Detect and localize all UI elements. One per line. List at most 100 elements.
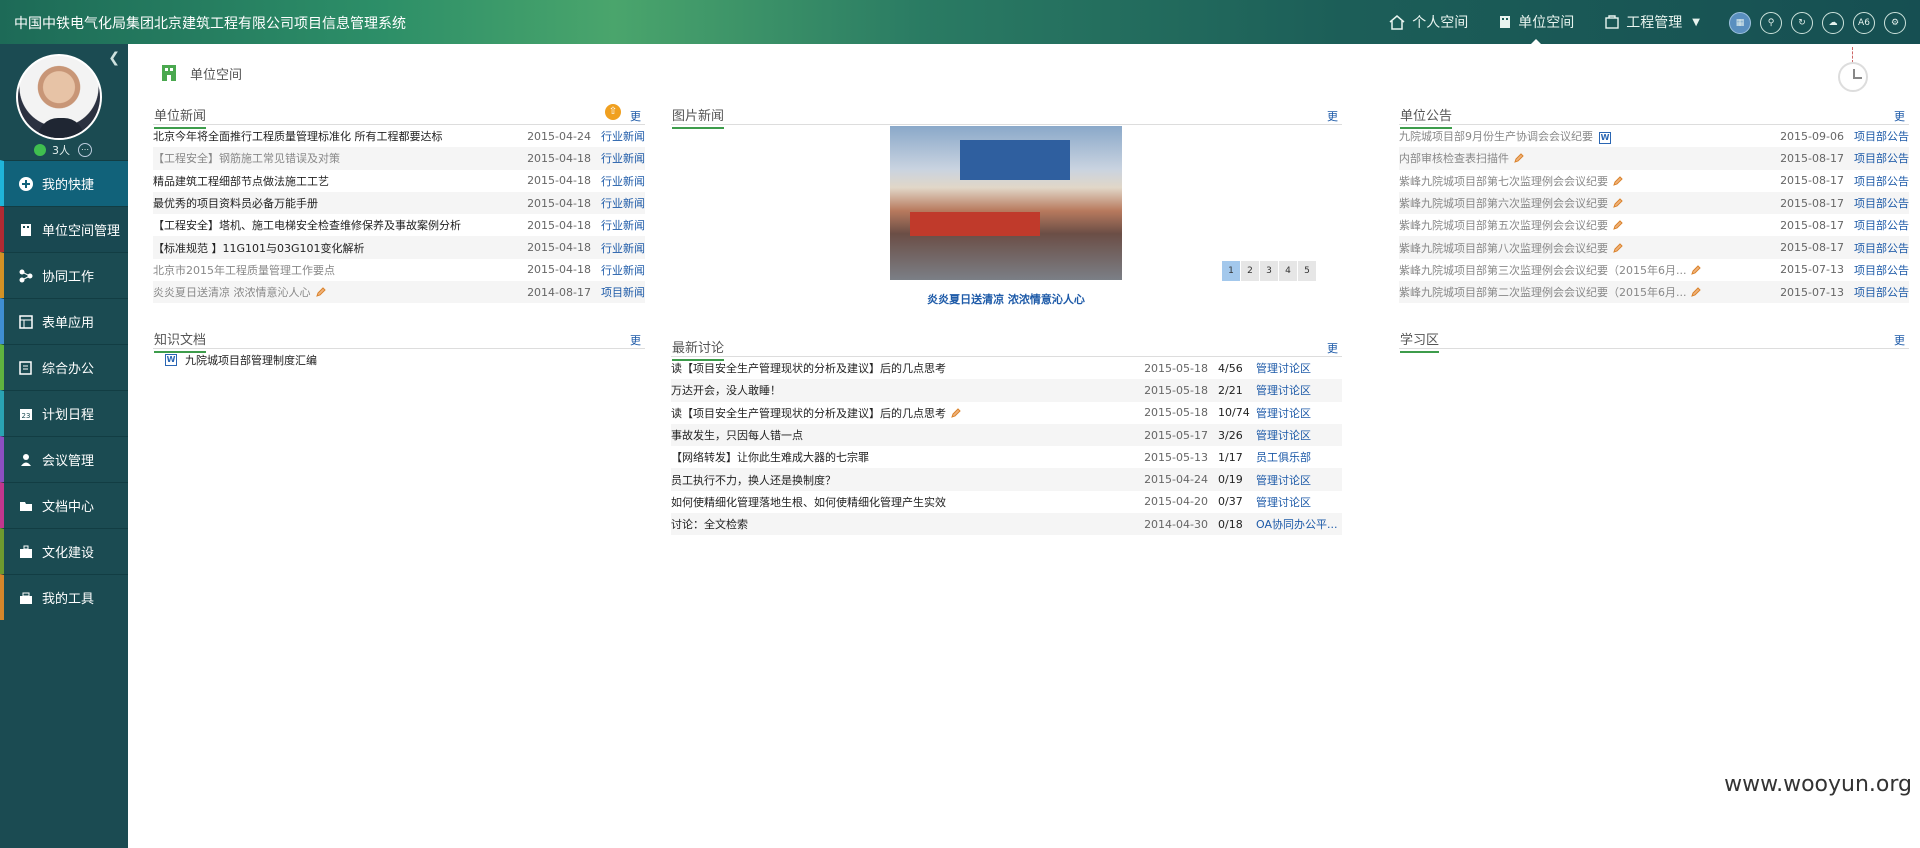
list-item[interactable]: 员工执行不力，换人还是换制度？ 2015-04-24 0/19 管理讨论区 [671,468,1342,491]
pager-page-5[interactable]: 5 [1298,261,1316,281]
nav-project-management-label: 工程管理 [1626,15,1683,31]
list-item[interactable]: 紫峰九院城项目部第五次监理例会会议纪要 2015-08-17 项目部公告 [1399,214,1909,236]
cloud-icon[interactable]: ☁ [1822,12,1844,34]
edit-icon [1691,265,1702,275]
chevron-down-icon: ▼ [1692,16,1700,28]
edit-icon [1613,242,1623,253]
online-count: 3人 [52,144,70,157]
list-item[interactable]: 紫峰九院城项目部第六次监理例会会议纪要 2015-08-17 项目部公告 [1399,191,1909,215]
folder-icon [20,501,32,511]
list-item[interactable]: 九院城项目部9月份生产协调会会议纪要 W 2015-09-06 项目部公告 [1399,125,1909,147]
list-item[interactable]: 读【项目安全生产管理现状的分析及建议】后的几点思考 2015-05-18 10/74… [671,402,1342,424]
list-item[interactable]: 读【项目安全生产管理现状的分析及建议】后的几点思考 2015-05-18 4/56 管… [671,357,1342,379]
collapse-sidebar-icon[interactable]: ❮ [108,50,120,66]
more-icon[interactable]: ⋯ [78,143,92,157]
up-arrow-icon[interactable]: ⇧ [605,104,621,120]
knowledge-title: 知识文档 [154,329,207,353]
sidebar-item-label: 综合办公 [42,362,95,377]
word-doc-icon: W [1599,132,1611,145]
photo-news-panel: 图片新闻 更 [671,103,1342,129]
list-item[interactable]: 内部审核检查表扫描件 2015-08-17 项目部公告 [1399,147,1909,170]
avatar[interactable] [16,54,102,140]
list-item[interactable]: 紫峰九院城项目部第八次监理例会会议纪要 2015-08-17 项目部公告 [1399,236,1909,259]
grid-icon[interactable]: ▦ [1729,12,1751,34]
page-header: 单位空间 [158,62,242,84]
sidebar-item-label: 协同工作 [42,270,95,285]
sidebar-item-forms[interactable]: 表单应用 [0,298,128,344]
list-item[interactable]: 讨论：全文检索 2014-04-30 0/18 OA协同办公平... [671,513,1342,536]
discussion-panel: 最新讨论 更 读【项目安全生产管理现状的分析及建议】后的几点思考 2015-05-… [671,335,1342,536]
list-item[interactable]: 紫峰九院城项目部第二次监理例会会议纪要（2015年6月... 2015-07-13… [1399,281,1909,304]
edit-icon [1613,176,1623,186]
top-bar: 中国中铁电气化局集团北京建筑工程有限公司项目信息管理系统 个人空间 单位空间 工… [0,0,1920,44]
sidebar-item-culture[interactable]: 文化建设 [0,528,128,574]
font-size-icon[interactable]: A6 [1853,12,1875,34]
photo-caption[interactable]: 炎炎夏日送清凉 浓浓情意沁人心 [890,291,1122,307]
sidebar-item-schedule[interactable]: 23 计划日程 [0,390,128,436]
sidebar-item-office[interactable]: 综合办公 [0,344,128,390]
knowledge-more-link[interactable]: 更 [630,332,641,348]
sidebar-item-label: 会议管理 [42,454,95,469]
pager-page-1[interactable]: 1 [1222,261,1240,281]
list-item[interactable]: 精品建筑工程细部节点做法施工工艺 2015-04-18 行业新闻 [153,170,645,192]
sidebar-item-my-tools[interactable]: 我的工具 [0,574,128,620]
list-item[interactable]: 北京市2015年工程质量管理工作要点 2015-04-18 行业新闻 [153,259,645,281]
photo-news-title: 图片新闻 [672,105,725,129]
unit-news-panel: 单位新闻 ⇧ 更 北京今年将全面推行工程质量管理标准化 所有工程都要达标 2015… [153,103,645,304]
edit-icon [1613,198,1623,208]
announcements-panel: 单位公告 更 九院城项目部9月份生产协调会会议纪要 W 2015-09-06 项目部公… [1399,103,1909,304]
sidebar-item-collaboration[interactable]: 协同工作 [0,252,128,298]
edit-icon [1613,220,1623,231]
photo-news-more-link[interactable]: 更 [1327,108,1338,124]
announcements-more-link[interactable]: 更 [1894,108,1905,124]
announcements-title: 单位公告 [1400,105,1453,129]
nav-personal-space[interactable]: 个人空间 [1388,0,1468,44]
sidebar-item-unit-space-management[interactable]: 单位空间管理 [0,206,128,252]
list-item[interactable]: 最优秀的项目资料员必备万能手册 2015-04-18 行业新闻 [153,191,645,215]
list-item[interactable]: 【工程安全】塔机、施工电梯安全检查维修保养及事故案例分析 2015-04-18 行业… [153,214,645,236]
nav-project-management[interactable]: 工程管理 ▼ [1604,0,1700,44]
list-item[interactable]: 【工程安全】钢筋施工常见错误及对策 2015-04-18 行业新闻 [153,147,645,170]
discussion-more-link[interactable]: 更 [1327,340,1338,356]
list-item[interactable]: 如何使精细化管理落地生根、如何使精细化管理产生实效 2015-04-20 0/37 管… [671,491,1342,513]
clock-icon[interactable] [1838,62,1868,92]
nav-unit-space-label: 单位空间 [1518,15,1575,31]
list-item[interactable]: 炎炎夏日送清凉 浓浓情意沁人心 2014-08-17 项目新闻 [153,281,645,304]
top-tools: ▦ ⚲ ↻ ☁ A6 ⚙ [1720,12,1906,34]
list-item[interactable]: 【网络转发】让你此生难成大器的七宗罪 2015-05-13 1/17 员工俱乐部 [671,446,1342,468]
gear-icon[interactable]: ⚙ [1884,12,1906,34]
study-more-link[interactable]: 更 [1894,332,1905,348]
home-icon [1389,15,1405,30]
knowledge-header: 知识文档 更 [153,327,645,353]
nav-unit-space[interactable]: 单位空间 [1498,0,1574,44]
sidebar-item-label: 文化建设 [42,546,95,561]
unit-news-more-link[interactable]: 更 [630,108,641,124]
list-item[interactable]: 紫峰九院城项目部第七次监理例会会议纪要 2015-08-17 项目部公告 [1399,170,1909,192]
knowledge-panel: 知识文档 更 W 九院城项目部管理制度汇编 [153,327,645,372]
announcements-header: 单位公告 更 [1399,103,1909,129]
list-item[interactable]: 紫峰九院城项目部第三次监理例会会议纪要（2015年6月... 2015-07-13… [1399,259,1909,281]
list-item[interactable]: W 九院城项目部管理制度汇编 [153,349,645,372]
refresh-icon[interactable]: ↻ [1791,12,1813,34]
sidebar-item-documents[interactable]: 文档中心 [0,482,128,528]
search-icon[interactable]: ⚲ [1760,12,1782,34]
pager-page-2[interactable]: 2 [1241,261,1259,281]
list-item[interactable]: 事故发生，只因每人错一点 2015-05-17 3/26 管理讨论区 [671,423,1342,447]
study-title: 学习区 [1400,329,1440,353]
pager-page-4[interactable]: 4 [1279,261,1297,281]
list-item[interactable]: 万达开会，没人敢睡！ 2015-05-18 2/21 管理讨论区 [671,379,1342,402]
list-item[interactable]: 【标准规范 】11G101与03G101变化解析 2015-04-18 行业新闻 [153,236,645,259]
briefcase-icon [20,545,32,558]
sidebar-item-my-shortcuts[interactable]: 我的快捷 [0,160,128,206]
building-icon [21,223,31,236]
word-doc-icon: W [165,354,177,367]
clock-string [1852,47,1853,63]
edit-icon [1691,287,1702,298]
discussion-title: 最新讨论 [672,337,725,361]
sidebar-item-meetings[interactable]: 会议管理 [0,436,128,482]
pager-page-3[interactable]: 3 [1260,261,1278,281]
nav-personal-space-label: 个人空间 [1412,15,1469,31]
list-item[interactable]: 北京今年将全面推行工程质量管理标准化 所有工程都要达标 2015-04-24 行业新… [153,125,645,147]
sidebar-item-label: 我的快捷 [42,178,95,193]
news-photo[interactable] [890,126,1122,280]
